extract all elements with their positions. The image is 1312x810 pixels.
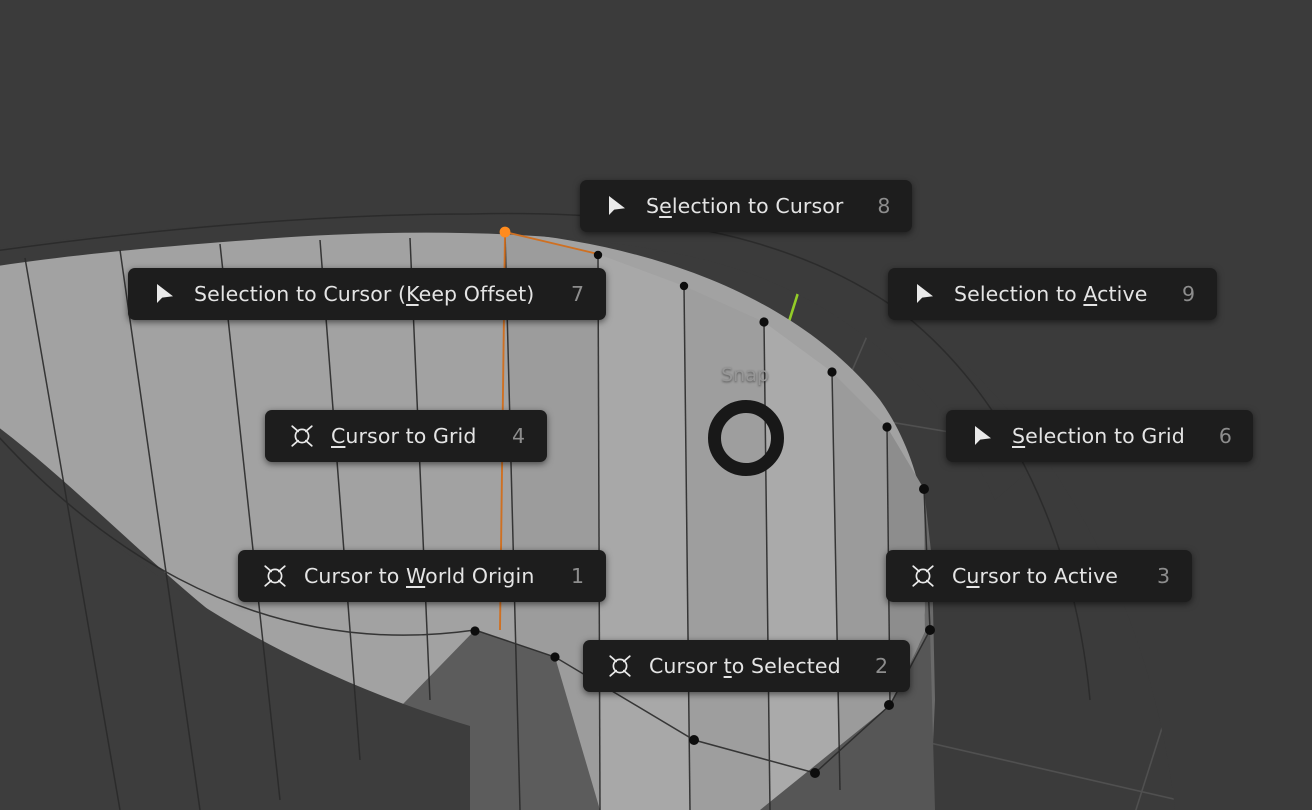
pie-item-selection-to-cursor[interactable]: Selection to Cursor 8: [580, 180, 912, 232]
pie-item-selection-to-cursor-keep-offset[interactable]: Selection to Cursor (Keep Offset) 7: [128, 268, 606, 320]
pie-item-label: Cursor to Active: [952, 564, 1119, 589]
pie-item-label: Selection to Cursor: [646, 194, 844, 219]
pie-item-cursor-to-grid[interactable]: Cursor to Grid 4: [265, 410, 547, 462]
pie-item-shortcut: 4: [511, 424, 525, 449]
selection-arrow-icon: [602, 191, 632, 221]
pie-item-shortcut: 6: [1218, 424, 1232, 449]
selected-vertex: [499, 226, 511, 238]
pie-item-cursor-to-active[interactable]: Cursor to Active 3: [886, 550, 1192, 602]
pie-item-label: Selection to Cursor (Keep Offset): [194, 282, 535, 307]
pie-item-shortcut: 7: [570, 282, 584, 307]
pie-item-cursor-to-selected[interactable]: Cursor to Selected 2: [583, 640, 910, 692]
pie-item-shortcut: 9: [1181, 282, 1195, 307]
pie-item-cursor-to-world-origin[interactable]: Cursor to World Origin 1: [238, 550, 606, 602]
pie-item-shortcut: 2: [874, 654, 888, 679]
pie-menu-center-ring: [708, 400, 784, 476]
selection-arrow-icon: [910, 279, 940, 309]
pie-item-label: Selection to Grid: [1012, 424, 1185, 449]
pie-item-label: Selection to Active: [954, 282, 1148, 307]
pie-item-selection-to-active[interactable]: Selection to Active 9: [888, 268, 1217, 320]
cursor-3d-icon: [260, 561, 290, 591]
selection-arrow-icon: [150, 279, 180, 309]
pie-item-selection-to-grid[interactable]: Selection to Grid 6: [946, 410, 1253, 462]
pie-item-label: Cursor to Grid: [331, 424, 477, 449]
pie-item-shortcut: 1: [570, 564, 584, 589]
selection-arrow-icon: [968, 421, 998, 451]
pie-item-shortcut: 8: [877, 194, 891, 219]
pie-item-label: Cursor to World Origin: [304, 564, 535, 589]
pie-item-label: Cursor to Selected: [649, 654, 841, 679]
blender-3d-viewport[interactable]: Snap Selection to Cursor 8 Selection to: [0, 0, 1312, 810]
cursor-3d-icon: [908, 561, 938, 591]
cursor-3d-icon: [287, 421, 317, 451]
cursor-3d-icon: [605, 651, 635, 681]
pie-item-shortcut: 3: [1156, 564, 1170, 589]
